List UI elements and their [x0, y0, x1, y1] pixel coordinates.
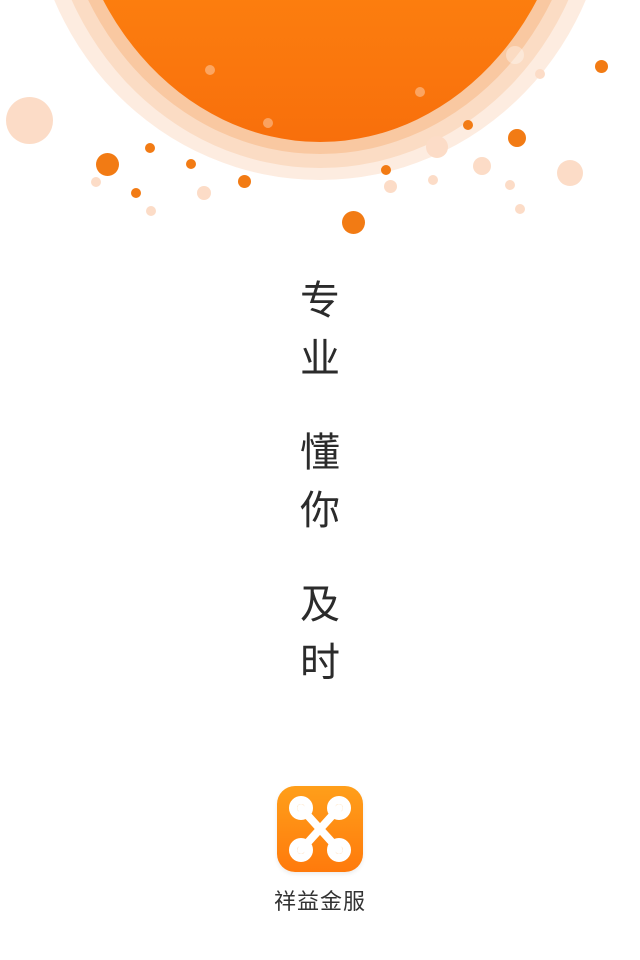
slogan-char: 懂: [300, 430, 340, 476]
orange-dot: [463, 120, 473, 130]
sun-dot: [263, 118, 273, 128]
soft-dot: [505, 180, 515, 190]
orange-dot: [131, 188, 141, 198]
sun-dot: [415, 87, 425, 97]
soft-dot: [146, 206, 156, 216]
orange-dot: [238, 175, 251, 188]
soft-dot: [428, 175, 438, 185]
brand-block: 祥益金服: [0, 786, 640, 916]
brand-name: 祥益金服: [273, 890, 366, 915]
orange-dot: [381, 165, 391, 175]
orange-dot: [96, 153, 119, 176]
slogan-char: 业: [300, 336, 340, 382]
slogan-char: 专: [300, 278, 340, 324]
header-sun-decoration: [0, 0, 640, 260]
sun-dot: [506, 46, 524, 64]
soft-dot: [384, 180, 397, 193]
slogan-phrase-3: 及 时: [290, 576, 350, 692]
soft-dot: [6, 97, 53, 144]
slogan-phrase-1: 专 业: [290, 272, 350, 388]
soft-dot: [197, 186, 211, 200]
soft-dot: [557, 160, 583, 186]
orange-dot: [595, 60, 608, 73]
soft-dot: [515, 204, 525, 214]
soft-dot: [91, 177, 101, 187]
soft-dot: [473, 157, 491, 175]
slogan-phrase-2: 懂 你: [290, 424, 350, 540]
interlocking-x-logo-icon: [277, 786, 363, 872]
sun-dot: [205, 65, 215, 75]
orange-dot: [342, 211, 365, 234]
orange-dot: [508, 129, 526, 147]
soft-dot: [535, 69, 545, 79]
orange-dot: [145, 143, 155, 153]
soft-dot: [426, 136, 448, 158]
vertical-slogan: 专 业 懂 你 及 时: [0, 272, 640, 692]
slogan-char: 及: [300, 582, 340, 628]
orange-dot: [186, 159, 196, 169]
slogan-char: 时: [300, 640, 340, 686]
slogan-char: 你: [300, 488, 340, 534]
